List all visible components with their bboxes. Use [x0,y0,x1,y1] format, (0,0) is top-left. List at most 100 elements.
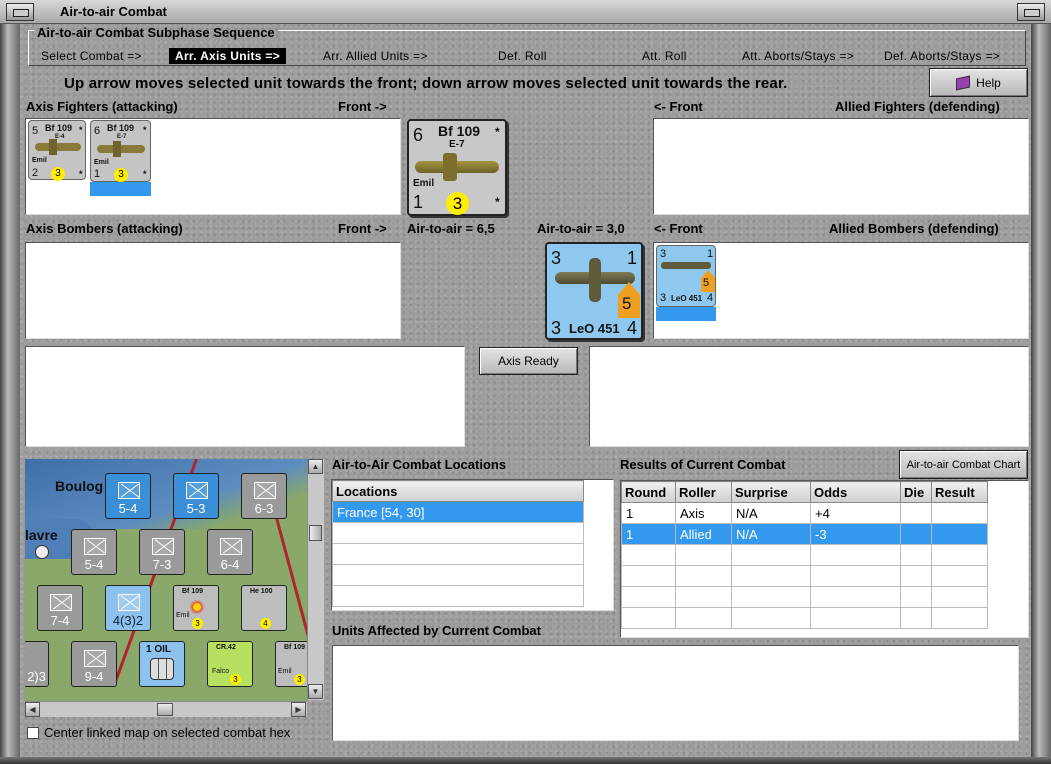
results-table: Round Roller Surprise Odds Die Result 1 … [621,481,988,629]
map-label-havre: lavre [25,527,58,543]
oil-barrels-icon [150,658,174,680]
plane-icon [661,262,711,269]
axis-bombers-front: Front -> [338,221,387,236]
center-map-label: Center linked map on selected combat hex [44,725,291,740]
map-unit[interactable]: 7-3 [139,529,185,575]
map-air-unit[interactable]: Bf 109 Emil 3 [173,585,219,631]
table-row[interactable] [332,585,584,607]
col-result: Result [931,481,988,503]
step-arrange-axis-units: Arr. Axis Units => [169,48,286,64]
table-row[interactable]: 1 Axis N/A +4 [621,502,988,524]
allied-fighters-front: <- Front [654,99,703,114]
table-row[interactable] [621,607,988,629]
col-surprise: Surprise [731,481,811,503]
map-air-unit[interactable]: He 100 4 [241,585,287,631]
window-title: Air-to-air Combat [60,4,167,19]
axis-ready-button[interactable]: Axis Ready [479,347,578,375]
map-unit[interactable]: 4(3)2 [105,585,151,631]
scroll-up-icon[interactable]: ▲ [308,459,323,474]
map-unit[interactable]: 5-3 [173,473,219,519]
results-panel[interactable]: Round Roller Surprise Odds Die Result 1 … [620,480,1029,638]
instruction-text: Up arrow moves selected unit towards the… [64,75,788,92]
scroll-right-icon[interactable]: ▶ [291,702,306,717]
plane-icon [35,143,81,151]
map-unit[interactable]: 9-4 [71,641,117,687]
units-affected-panel [332,645,1019,741]
map-horizontal-scrollbar[interactable]: ◀ ▶ [25,701,307,717]
allied-notes-panel [589,346,1029,447]
col-round: Round [621,481,676,503]
map-oil-resource[interactable]: 1 OIL [139,641,185,687]
col-odds: Odds [810,481,901,503]
locations-header: Locations [332,480,584,502]
axis-fighter-counter[interactable]: 5 Bf 109 E-4 * Emil 2 3 * [28,120,86,181]
center-map-checkbox[interactable] [27,727,39,739]
axis-fighters-front: Front -> [338,99,387,114]
map-air-unit[interactable]: CR.42 Falco 3 [207,641,253,687]
help-label: Help [976,75,1001,90]
map-unit[interactable]: 5-4 [71,529,117,575]
fighter-plane-icon [415,161,499,173]
selected-allied-counter[interactable]: 3 1 5 3 LeO 451 4 [545,242,643,340]
map-vertical-scrollbar[interactable]: ▲ ▼ [307,459,324,700]
results-title: Results of Current Combat [620,457,786,472]
scroll-thumb[interactable] [309,525,322,541]
selected-axis-counter[interactable]: 6 Bf 109 E-7 * Emil 1 3 * [407,119,507,216]
scroll-thumb[interactable] [157,703,173,716]
map-unit[interactable]: 6-4 [207,529,253,575]
step-defender-roll: Def. Roll [498,49,547,63]
combat-marker-icon [188,598,206,616]
allied-air-to-air-value: Air-to-air = 3,0 [537,221,625,236]
selection-bar [90,182,151,196]
table-row[interactable] [332,543,584,565]
axis-notes-panel [25,346,465,447]
help-button[interactable]: Help [929,68,1028,97]
bomber-fuselage-icon [589,258,601,302]
frame-bottom [0,757,1051,764]
table-row[interactable] [332,522,584,544]
allied-fighters-panel[interactable] [653,118,1029,215]
scroll-left-icon[interactable]: ◀ [25,702,40,717]
col-roller: Roller [675,481,732,503]
map-unit[interactable]: 6-3 [241,473,287,519]
frame-right [1031,24,1051,759]
locations-title: Air-to-Air Combat Locations [332,457,507,472]
map-unit[interactable]: 2)3 [25,641,49,687]
help-book-icon [956,75,971,90]
table-row[interactable] [332,564,584,586]
table-row[interactable] [621,586,988,608]
locations-table: Locations France [54, 30] [332,480,584,607]
maximize-button[interactable] [1017,3,1045,21]
axis-bombers-label: Axis Bombers (attacking) [26,221,183,236]
mini-map[interactable]: Boulog lavre 5-4 5-3 6-3 5-4 7-3 6-4 7-4… [25,459,307,701]
axis-fighters-label: Axis Fighters (attacking) [26,99,178,114]
units-affected-title: Units Affected by Current Combat [332,623,541,638]
title-bar: Air-to-air Combat [0,0,1051,24]
map-air-unit[interactable]: Bf 109 Emil 3 [275,641,307,687]
scroll-down-icon[interactable]: ▼ [308,684,323,699]
selection-bar [656,307,716,321]
table-row[interactable] [621,565,988,587]
plane-wing-icon [49,139,57,155]
fighter-wing-icon [443,153,457,181]
air-to-air-chart-button[interactable]: Air-to-air Combat Chart [899,450,1028,479]
frame-left [0,24,20,759]
allied-bomber-counter[interactable]: 3 1 5 3 LeO 451 4 [656,245,716,307]
axis-air-to-air-value: Air-to-air = 6,5 [407,221,495,236]
axis-fighter-counter[interactable]: 6 Bf 109 E-7 * Emil 1 3 * [90,120,151,182]
allied-bombers-panel[interactable]: 3 1 5 3 LeO 451 4 [653,242,1029,339]
locations-panel[interactable]: Locations France [54, 30] [331,479,614,611]
system-menu-button[interactable] [6,3,34,21]
axis-bombers-panel[interactable] [25,242,401,339]
col-die: Die [900,481,932,503]
map-unit[interactable]: 5-4 [105,473,151,519]
allied-bombers-label: Allied Bombers (defending) [829,221,999,236]
step-select-combat: Select Combat => [41,49,142,63]
map-unit[interactable]: 7-4 [37,585,83,631]
step-attacker-aborts: Att. Aborts/Stays => [742,49,855,63]
axis-fighters-panel[interactable]: 5 Bf 109 E-4 * Emil 2 3 * 6 Bf 109 E-7 *… [25,118,401,215]
table-row[interactable]: 1 Allied N/A -3 [621,523,988,545]
plane-icon [97,145,145,153]
table-row[interactable]: France [54, 30] [332,501,584,523]
table-row[interactable] [621,544,988,566]
